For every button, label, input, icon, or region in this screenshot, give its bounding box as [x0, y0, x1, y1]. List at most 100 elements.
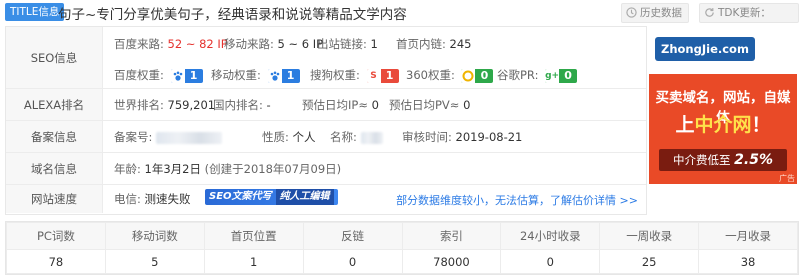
ad-header: ZhongJie.com — [649, 26, 797, 74]
home-inlinks-label: 首页内链: — [396, 37, 446, 51]
stats-header: 24小时收录 — [500, 222, 601, 250]
outlinks-label: 出站链接: — [317, 37, 367, 51]
icp-nature-value: 个人 — [292, 130, 316, 144]
sogou-weight-badge[interactable]: S1 — [366, 68, 399, 83]
site-info-panel: SEO信息 百度来路: 52 ~ 82 IP 移动来路: 5 ~ 6 IP 出站… — [5, 26, 647, 215]
alexa-row: ALEXA排名 世界排名: 759,201 国内排名: - 预估日均IP≈ 0 … — [6, 89, 646, 121]
promo-part2: 纯人工编辑 — [275, 189, 334, 205]
zhongjie-logo: ZhongJie.com — [655, 37, 755, 61]
so360-weight-badge[interactable]: 0 — [461, 68, 494, 83]
baidu-weight[interactable]: 百度权重: 1 — [114, 68, 203, 83]
google-pr[interactable]: 谷歌PR: g+ 0 — [497, 68, 578, 83]
tdk-update-button[interactable]: TDK更新：2019-10-11 — [699, 3, 799, 37]
domestic-rank: 国内排名: - — [213, 98, 271, 112]
mobile-source: 移动来路: 5 ~ 6 IP — [224, 37, 323, 51]
ad-mark: 广告 — [779, 174, 795, 183]
history-data-button[interactable]: 历史数据 — [621, 3, 689, 23]
stats-header: 首页位置 — [203, 222, 304, 250]
ad-bar-pct: 2.5% — [734, 152, 773, 168]
stats-header: 移动词数 — [104, 222, 205, 250]
baidu-weight-badge[interactable]: 1 — [170, 68, 203, 83]
domain-age-value: 1年3月2日 — [144, 162, 201, 176]
zhongjie-ad-banner[interactable]: ZhongJie.com 买卖域名，网站，自媒体 上中介网！ 中介费低至 2.5… — [649, 26, 797, 184]
stats-value: 5 — [104, 249, 205, 274]
mobile-paw-icon — [267, 68, 282, 83]
history-data-label: 历史数据 — [640, 7, 682, 19]
sogou-s-icon: S — [366, 68, 381, 83]
stats-header: 反链 — [302, 222, 403, 250]
google-pr-value: 0 — [564, 68, 572, 82]
mobile-weight-badge[interactable]: 1 — [267, 68, 300, 83]
so360-weight-value: 0 — [480, 68, 489, 82]
sogou-weight-label: 搜狗权重: — [310, 68, 360, 82]
outlinks-value: 1 — [370, 37, 378, 51]
telecom-value: 测速失败 — [144, 192, 191, 206]
daily-pv: 预估日均PV≈ 0 — [389, 98, 470, 112]
world-rank: 世界排名: 759,201 — [114, 98, 215, 112]
sogou-weight[interactable]: 搜狗权重: S1 — [310, 68, 399, 83]
daily-pv-value: 0 — [463, 98, 471, 112]
stats-value: 1 — [203, 249, 304, 274]
promo-part1: SEO文案代写 — [209, 191, 272, 202]
mobile-weight[interactable]: 移动权重: 1 — [211, 68, 300, 83]
google-pr-label: 谷歌PR: — [497, 68, 539, 82]
so360-icon — [461, 68, 476, 83]
seo-label: SEO信息 — [6, 27, 103, 88]
daily-pv-label: 预估日均PV≈ — [389, 98, 460, 112]
stats-value: 25 — [599, 249, 700, 274]
outlinks: 出站链接: 1 — [317, 37, 378, 51]
mobile-source-label: 移动来路: — [224, 37, 274, 51]
stats-header: 一周收录 — [599, 222, 700, 250]
domain-label: 域名信息 — [6, 153, 103, 184]
icp-name-redacted — [360, 131, 383, 144]
daily-ip-value: 0 — [371, 98, 379, 112]
seo-copywriting-promo[interactable]: SEO文案代写 纯人工编辑 — [205, 189, 338, 205]
domestic-rank-value: - — [266, 98, 271, 112]
icp-audit: 审核时间: 2019-08-21 — [402, 130, 522, 144]
stats-value-row: 78 5 1 0 78000 0 25 38 — [6, 249, 798, 274]
home-inlinks-value: 245 — [449, 37, 472, 51]
stats-header: 一月收录 — [698, 222, 798, 250]
world-rank-value: 759,201 — [167, 98, 216, 112]
stats-value: 0 — [500, 249, 601, 274]
domain-age: 年龄: 1年3月2日 (创建于2018年07月09日) — [114, 162, 341, 176]
stats-value: 38 — [698, 249, 798, 274]
baidu-weight-value: 1 — [189, 68, 198, 82]
icp-audit-label: 审核时间: — [402, 130, 452, 144]
icp-row: 备案信息 备案号: 性质: 个人 名称: 审核时间: 2019-08-21 — [6, 121, 646, 153]
baidu-paw-icon — [170, 68, 185, 83]
icp-label: 备案信息 — [6, 121, 103, 152]
baidu-source-label: 百度来路: — [114, 37, 164, 51]
icp-number: 备案号: — [114, 130, 223, 144]
icp-audit-value: 2019-08-21 — [455, 130, 523, 144]
keyword-stats-table: PC词数 移动词数 首页位置 反链 索引 24小时收录 一周收录 一月收录 78… — [5, 221, 799, 275]
google-pr-badge[interactable]: g+ 0 — [545, 68, 578, 83]
stats-value: 0 — [302, 249, 403, 274]
icp-number-label: 备案号: — [114, 130, 153, 144]
ad-line2-highlight: 中介网 — [694, 114, 752, 136]
ad-line2-prefix: 上 — [675, 114, 695, 136]
domain-row: 域名信息 年龄: 1年3月2日 (创建于2018年07月09日) — [6, 153, 646, 185]
stats-header: 索引 — [401, 222, 502, 250]
icp-nature: 性质: 个人 — [262, 130, 316, 144]
icp-number-redacted — [156, 131, 223, 144]
history-icon — [626, 7, 637, 18]
baidu-weight-label: 百度权重: — [114, 68, 164, 82]
telecom-label: 电信: — [114, 192, 141, 206]
home-inlinks: 首页内链: 245 — [396, 37, 471, 51]
icp-nature-label: 性质: — [262, 130, 289, 144]
domestic-rank-label: 国内排名: — [213, 98, 263, 112]
speed-row: 网站速度 电信: 测速失败 SEO文案代写 纯人工编辑 部分数据维度较小，无法估算… — [6, 185, 646, 213]
so360-weight[interactable]: 360权重: 0 — [406, 68, 494, 83]
icp-name: 名称: — [330, 130, 383, 144]
stats-header-row: PC词数 移动词数 首页位置 反链 索引 24小时收录 一周收录 一月收录 — [6, 222, 798, 250]
stats-value: 78000 — [401, 249, 502, 274]
site-title: 句子~专门分享优美句子，经典语录和说说等精品文学内容 — [58, 7, 407, 23]
domain-age-label: 年龄: — [114, 162, 141, 176]
valuation-details-link[interactable]: 部分数据维度较小，无法估算，了解估价详情 >> — [396, 192, 638, 208]
mobile-weight-label: 移动权重: — [211, 68, 261, 82]
alexa-label: ALEXA排名 — [6, 89, 103, 120]
ad-line2-suffix: ！ — [751, 114, 771, 136]
speed-label: 网站速度 — [6, 185, 103, 213]
baidu-source-value: 52 ~ 82 IP — [167, 37, 228, 51]
